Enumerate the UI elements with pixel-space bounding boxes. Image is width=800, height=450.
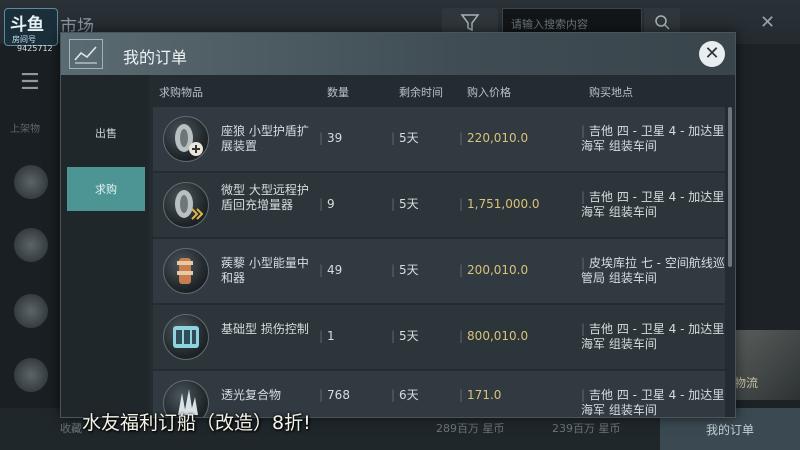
item-location: 吉他 四 - 卫星 4 - 加达里海军 组装车间 bbox=[581, 124, 725, 154]
room-id: 9425712 bbox=[17, 44, 53, 53]
bottom-price-2: 239百万 星币 bbox=[552, 422, 621, 435]
item-name: 座狼 小型护盾扩展装置 bbox=[221, 124, 309, 153]
table-header: 求购物品 数量 剩余时间 购入价格 购买地点 bbox=[153, 75, 735, 105]
dialog-title: 我的订单 bbox=[123, 48, 188, 67]
column-remaining[interactable]: 剩余时间 bbox=[399, 84, 443, 100]
category-item-icon[interactable] bbox=[14, 165, 48, 199]
item-remaining: 6天 bbox=[391, 388, 419, 403]
item-location: 皮埃库拉 七 - 空间航线巡管局 组装车间 bbox=[581, 256, 725, 286]
dialog-header: 我的订单 ✕ bbox=[61, 33, 735, 75]
damage-control-icon bbox=[163, 314, 209, 360]
item-qty: 39 bbox=[319, 131, 342, 146]
stream-caption: 水友福利订船（改造）8折! bbox=[82, 412, 311, 434]
energy-neutralizer-icon bbox=[163, 248, 209, 294]
market-close-icon[interactable]: ✕ bbox=[760, 12, 775, 33]
item-remaining: 5天 bbox=[391, 263, 419, 278]
column-location[interactable]: 购买地点 bbox=[589, 84, 633, 100]
shield-extender-icon bbox=[163, 116, 209, 162]
column-qty[interactable]: 数量 bbox=[327, 84, 349, 100]
tab-sell[interactable]: 出售 bbox=[67, 111, 145, 155]
column-item[interactable]: 求购物品 bbox=[159, 84, 203, 100]
item-qty: 768 bbox=[319, 388, 350, 403]
order-type-tabs: 出售 求购 bbox=[61, 75, 149, 417]
my-orders-dialog: 我的订单 ✕ 出售 求购 求购物品 数量 剩余时间 购入价格 购买地点 座狼 小… bbox=[60, 32, 736, 418]
tab-buy[interactable]: 求购 bbox=[67, 167, 145, 211]
table-row[interactable]: 基础型 损伤控制 1 5天 800,010.0 吉他 四 - 卫星 4 - 加达… bbox=[153, 305, 725, 369]
item-remaining: 5天 bbox=[391, 131, 419, 146]
item-location: 吉他 四 - 卫星 4 - 加达里海军 组装车间 bbox=[581, 322, 725, 352]
bottom-price-1: 289百万 星币 bbox=[436, 422, 505, 435]
category-item-icon[interactable] bbox=[14, 358, 48, 392]
item-remaining: 5天 bbox=[391, 197, 419, 212]
orders-list: 座狼 小型护盾扩展装置 39 5天 220,010.0 吉他 四 - 卫星 4 … bbox=[153, 107, 725, 417]
douyu-logo-text: 斗鱼 bbox=[10, 15, 44, 35]
category-item-icon[interactable] bbox=[14, 294, 48, 328]
shield-booster-icon bbox=[163, 182, 209, 228]
dialog-close-button[interactable]: ✕ bbox=[699, 41, 725, 67]
item-qty: 49 bbox=[319, 263, 342, 278]
item-qty: 9 bbox=[319, 197, 335, 212]
orders-scrollbar[interactable] bbox=[728, 107, 732, 267]
table-row[interactable]: 座狼 小型护盾扩展装置 39 5天 220,010.0 吉他 四 - 卫星 4 … bbox=[153, 107, 725, 171]
table-row[interactable]: 微型 大型远程护盾回充增量器 9 5天 1,751,000.0 吉他 四 - 卫… bbox=[153, 173, 725, 237]
item-name: 微型 大型远程护盾回充增量器 bbox=[221, 183, 309, 212]
logistics-label: 物流 bbox=[734, 376, 759, 390]
item-location: 吉他 四 - 卫星 4 - 加达里海军 组装车间 bbox=[581, 388, 725, 417]
item-qty: 1 bbox=[319, 329, 335, 344]
table-row[interactable]: 蒺藜 小型能量中和器 49 5天 200,010.0 皮埃库拉 七 - 空间航线… bbox=[153, 239, 725, 303]
listed-filter-label: 上架物 bbox=[10, 124, 40, 135]
item-price: 220,010.0 bbox=[459, 131, 528, 146]
item-name: 基础型 损伤控制 bbox=[221, 322, 309, 336]
favorites-label[interactable]: 收藏 bbox=[60, 420, 82, 436]
item-name: 透光复合物 bbox=[221, 388, 282, 402]
item-price: 800,010.0 bbox=[459, 329, 528, 344]
category-item-icon[interactable] bbox=[14, 228, 48, 262]
chart-icon bbox=[69, 39, 103, 69]
item-location: 吉他 四 - 卫星 4 - 加达里海军 组装车间 bbox=[581, 190, 725, 220]
item-name: 蒺藜 小型能量中和器 bbox=[221, 256, 309, 285]
item-price: 200,010.0 bbox=[459, 263, 528, 278]
column-price[interactable]: 购入价格 bbox=[467, 84, 511, 100]
item-price: 171.0 bbox=[459, 388, 501, 403]
close-icon: ✕ bbox=[704, 43, 720, 64]
menu-icon[interactable]: ☰ bbox=[20, 70, 40, 95]
item-price: 1,751,000.0 bbox=[459, 197, 540, 212]
item-remaining: 5天 bbox=[391, 329, 419, 344]
